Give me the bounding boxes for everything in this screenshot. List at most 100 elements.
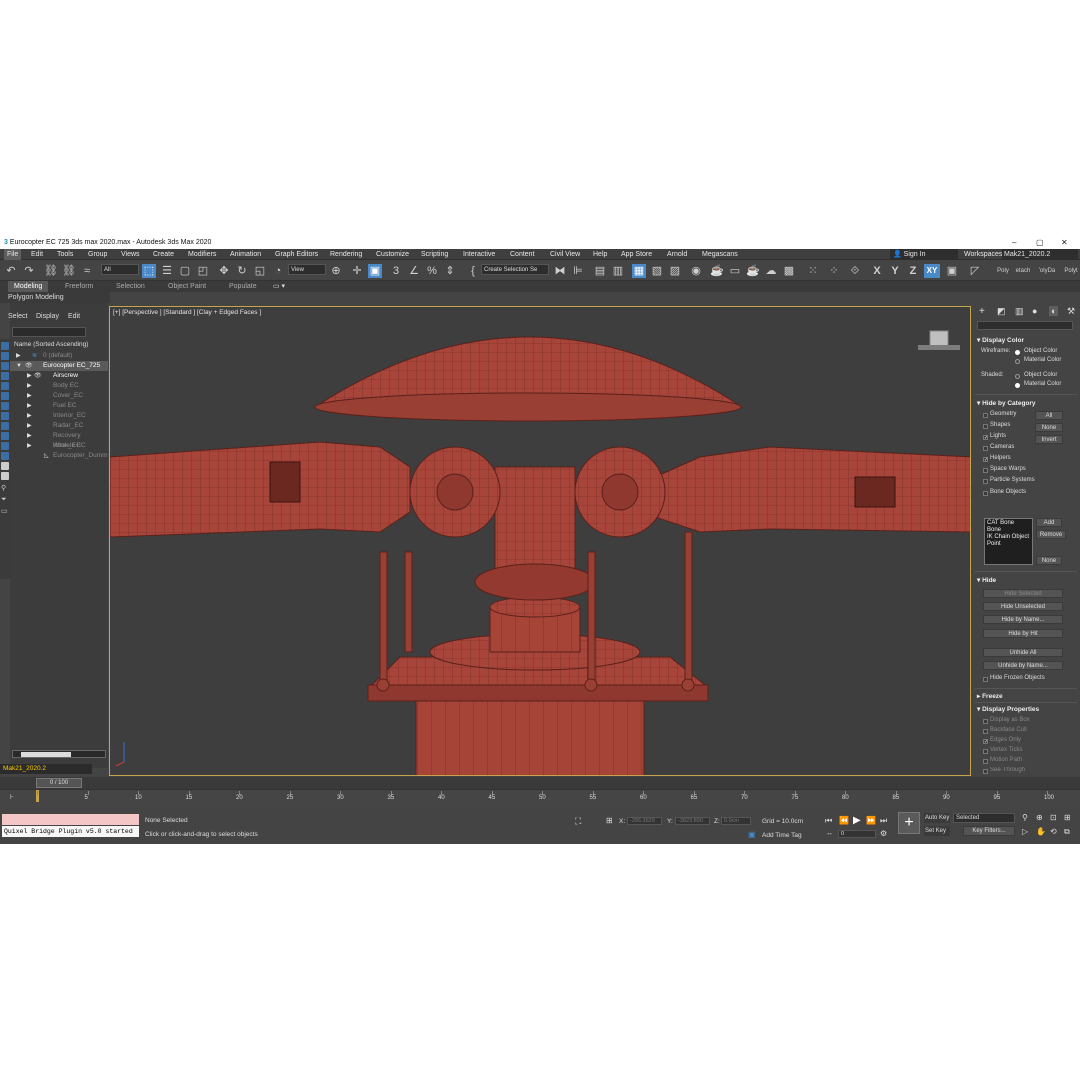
scrollbar-thumb[interactable]	[21, 752, 71, 757]
time-slider-knob[interactable]: 0 / 100	[36, 778, 82, 788]
collapse-icon[interactable]: ▼	[16, 361, 22, 371]
hide-by-category-rollout[interactable]: ▾ Hide by Category	[977, 399, 1036, 407]
render-in-cloud-icon[interactable]: ☁	[764, 264, 778, 278]
percent-snap-icon[interactable]: %	[425, 264, 439, 278]
time-slider[interactable]: 0 / 100	[0, 777, 1080, 789]
filter-options-icon[interactable]: ⚲	[1, 484, 9, 492]
ref-coord-dropdown[interactable]: View	[288, 264, 326, 275]
select-by-name-icon[interactable]: ☰	[160, 264, 174, 278]
polygon-tool-icon[interactable]: ◸	[968, 264, 982, 278]
link-icon[interactable]: ⛓	[44, 264, 58, 278]
menu-create[interactable]: Create	[153, 249, 174, 260]
selection-filter-dropdown[interactable]: All	[101, 264, 139, 275]
workspace-dropdown[interactable]: Mak21_2020.2	[1002, 249, 1078, 260]
display-invert-icon[interactable]	[1, 362, 9, 370]
filter-containers-icon[interactable]	[1, 462, 9, 470]
display-color-rollout[interactable]: ▾ Display Color	[977, 336, 1024, 344]
filter-helpers-icon[interactable]	[1, 412, 9, 420]
material-editor-icon[interactable]: ◉	[689, 264, 703, 278]
display-all-icon[interactable]	[1, 352, 9, 360]
lights-checkbox[interactable]: ✓	[983, 435, 988, 441]
window-crossing-icon[interactable]: ◰	[196, 264, 210, 278]
unlink-icon[interactable]: ⛓	[62, 264, 76, 278]
goto-end-icon[interactable]: ⏭	[880, 816, 887, 826]
filter-frozen-icon[interactable]	[1, 472, 9, 480]
filter-xrefs-icon[interactable]	[1, 442, 9, 450]
menu-edit[interactable]: Edit	[31, 249, 43, 260]
menu-animation[interactable]: Animation	[230, 249, 261, 260]
render-setup-icon[interactable]: ☕	[710, 264, 724, 278]
select-object-icon[interactable]: ⬚	[142, 264, 156, 278]
tree-row[interactable]: ▶ Body EC	[10, 381, 108, 391]
poly-button[interactable]: Poly	[994, 264, 1012, 278]
snap-grid-icon[interactable]: ⁙	[806, 264, 820, 278]
see-through-checkbox[interactable]	[983, 769, 988, 774]
isolate-icon[interactable]: ⛶	[575, 816, 581, 827]
bone-objects-checkbox[interactable]	[983, 491, 988, 496]
layer-icon[interactable]: ▭	[1, 507, 9, 515]
menu-help[interactable]: Help	[593, 249, 607, 260]
menu-interactive[interactable]: Interactive	[463, 249, 495, 260]
particle-systems-checkbox[interactable]	[983, 479, 988, 484]
z-coordinate-field[interactable]: 0.0cm	[721, 817, 751, 825]
tree-row[interactable]: ▶ ≋ 0 (default)	[10, 351, 108, 361]
filter-groups-icon[interactable]	[1, 432, 9, 440]
shaded-material-color-radio[interactable]	[1015, 383, 1020, 388]
helpers-checkbox[interactable]: ✓	[983, 457, 988, 463]
ribbon-options-icon[interactable]: ▭ ▾	[273, 281, 285, 292]
align-icon[interactable]: ⊫	[571, 264, 585, 278]
key-mode-dropdown[interactable]: Selected	[953, 813, 1015, 823]
funnel-icon[interactable]: ⏷	[1, 496, 9, 504]
edges-only-checkbox[interactable]: ✓	[983, 739, 988, 745]
polyda-button[interactable]: 'olyDa	[1035, 264, 1059, 278]
expand-icon[interactable]: ▶	[27, 421, 32, 431]
toggle-ribbon-icon[interactable]: ▦	[632, 264, 646, 278]
menu-modifiers[interactable]: Modifiers	[188, 249, 216, 260]
goto-start-icon[interactable]: ⏮	[825, 816, 832, 826]
explorer-display-menu[interactable]: Display	[36, 313, 59, 320]
add-button[interactable]: Add	[1036, 518, 1062, 527]
y-coordinate-field[interactable]: -3823.890	[675, 817, 710, 825]
all-button[interactable]: All	[1035, 411, 1063, 420]
polyr-button[interactable]: Polyt	[1062, 264, 1080, 278]
curve-editor-icon[interactable]: ▧	[650, 264, 664, 278]
expand-icon[interactable]: ▶	[27, 431, 32, 441]
filter-shapes-icon[interactable]	[1, 382, 9, 390]
render-production-icon[interactable]: ☕	[746, 264, 760, 278]
expand-icon[interactable]: ▶	[16, 351, 21, 361]
x-coordinate-field[interactable]: -286.3629	[627, 817, 662, 825]
fov-icon[interactable]: ▷	[1022, 827, 1028, 836]
filter-spacewarps-icon[interactable]	[1, 422, 9, 430]
filter-geometry-icon[interactable]	[1, 372, 9, 380]
menu-megascans[interactable]: Megascans	[702, 249, 738, 260]
expand-icon[interactable]: ▶	[27, 391, 32, 401]
track-bar[interactable]: ⊦ 5 10 15 20 25 30 35 40 45 50 55 60 65 70 75 80 85 90 95 1…	[0, 789, 1080, 807]
menu-graph-editors[interactable]: Graph Editors	[275, 249, 318, 260]
hide-unselected-button[interactable]: Hide Unselected	[983, 602, 1063, 611]
perspective-viewport[interactable]: [+] [Perspective ] [Standard ] [Clay + E…	[109, 306, 971, 776]
zoom-all-icon[interactable]: ⊕	[1036, 813, 1043, 822]
tab-selection[interactable]: Selection	[116, 281, 145, 292]
schematic-view-icon[interactable]: ▨	[668, 264, 682, 278]
set-key-button[interactable]: Set Key	[924, 826, 950, 836]
add-time-tag-label[interactable]: Add Time Tag	[762, 832, 802, 839]
array-icon[interactable]: ⁘	[827, 264, 841, 278]
track-bar-icon[interactable]: ⊦	[10, 793, 14, 801]
filter-cameras-icon[interactable]	[1, 402, 9, 410]
hide-frozen-checkbox[interactable]	[983, 677, 988, 682]
spinner-snap-icon[interactable]: ⇕	[443, 264, 457, 278]
auto-key-button[interactable]: Auto Key	[924, 813, 950, 823]
set-key-big-button[interactable]: +	[898, 812, 920, 834]
list-item[interactable]: CAT Bone	[987, 520, 1030, 527]
menu-rendering[interactable]: Rendering	[330, 249, 362, 260]
expand-icon[interactable]: ▶	[27, 441, 32, 451]
minimize-button[interactable]: –	[1012, 236, 1016, 249]
backface-cull-checkbox[interactable]	[983, 729, 988, 734]
tree-row[interactable]: ▶ Interior_EC	[10, 411, 108, 421]
hierarchy-tab-icon[interactable]: ▥	[1015, 306, 1024, 317]
bind-spacewarp-icon[interactable]: ≈	[80, 264, 94, 278]
menu-file[interactable]: File	[4, 249, 22, 260]
maxscript-listener-output[interactable]: Quixel Bridge Plugin v5.0 started	[2, 826, 139, 837]
axis-x-button[interactable]: X	[870, 264, 884, 278]
orbit-icon[interactable]: ⟲	[1050, 827, 1057, 836]
